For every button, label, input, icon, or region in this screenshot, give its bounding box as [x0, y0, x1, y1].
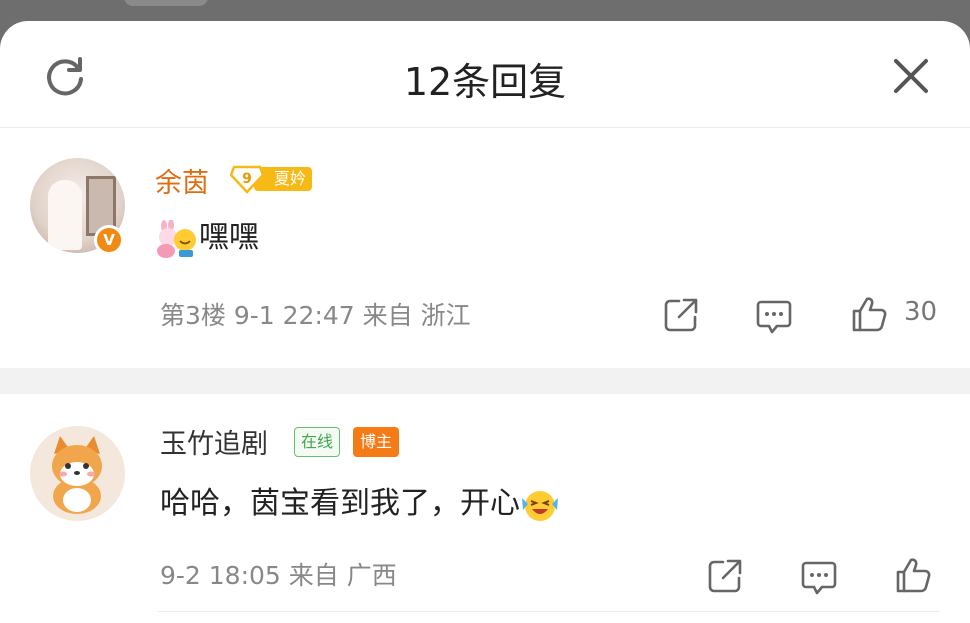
blogger-badge: 博主	[353, 427, 400, 457]
location: 来自 广西	[288, 561, 397, 590]
share-icon[interactable]	[706, 557, 744, 595]
username[interactable]: 玉竹追剧	[160, 422, 268, 461]
comment-body: 嘿嘿	[199, 220, 259, 255]
replies-sheet: 12条回复 V 余茵 夏妗 9 嘿嘿 第3楼 9-1 22:47 来自 浙江 3…	[0, 21, 970, 623]
username[interactable]: 余茵	[155, 161, 209, 200]
page-title: 12条回复	[403, 60, 567, 104]
thumb-up-icon[interactable]	[894, 556, 932, 594]
level-badge: 夏妗 9	[230, 164, 312, 194]
bottom-divider	[158, 611, 940, 612]
timestamp: 9-1 22:47	[233, 301, 355, 330]
location: 来自 浙江	[362, 301, 471, 330]
avatar-figure	[48, 180, 82, 250]
comment-text: 哈哈，茵宝看到我了，开心	[160, 478, 560, 524]
comment-icon[interactable]	[755, 298, 793, 336]
comment-body: 哈哈，茵宝看到我了，开心	[160, 486, 520, 521]
level-number: 9	[242, 171, 252, 187]
level-diamond-icon: 9	[230, 165, 264, 194]
comment-item: V 余茵 夏妗 9 嘿嘿 第3楼 9-1 22:47 来自 浙江 30	[0, 128, 970, 368]
comment-icon[interactable]	[800, 559, 838, 597]
verified-badge: V	[94, 225, 124, 255]
shiba-avatar-icon	[52, 436, 102, 514]
background-pill	[124, 0, 208, 6]
avatar[interactable]	[30, 426, 125, 521]
share-icon[interactable]	[662, 296, 700, 334]
close-icon[interactable]	[890, 55, 932, 97]
comment-meta: 第3楼 9-1 22:47 来自 浙江	[160, 296, 471, 332]
like-count: 30	[904, 297, 938, 327]
floor-label: 第3楼	[160, 301, 226, 330]
laughing-tears-emoji-icon	[522, 490, 558, 521]
section-divider	[0, 368, 970, 394]
comment-meta: 9-2 18:05 来自 广西	[160, 556, 397, 592]
bunny-emoji-icon	[157, 219, 196, 258]
timestamp: 9-2 18:05	[160, 561, 281, 590]
online-badge: 在线	[294, 427, 341, 457]
thumb-up-icon[interactable]	[850, 295, 888, 333]
comment-text: 嘿嘿	[155, 212, 259, 258]
comment-item: 玉竹追剧 在线 博主 哈哈，茵宝看到我了，开心 9-2 18:05 来自 广西	[0, 394, 970, 612]
sheet-header: 12条回复	[0, 21, 970, 128]
